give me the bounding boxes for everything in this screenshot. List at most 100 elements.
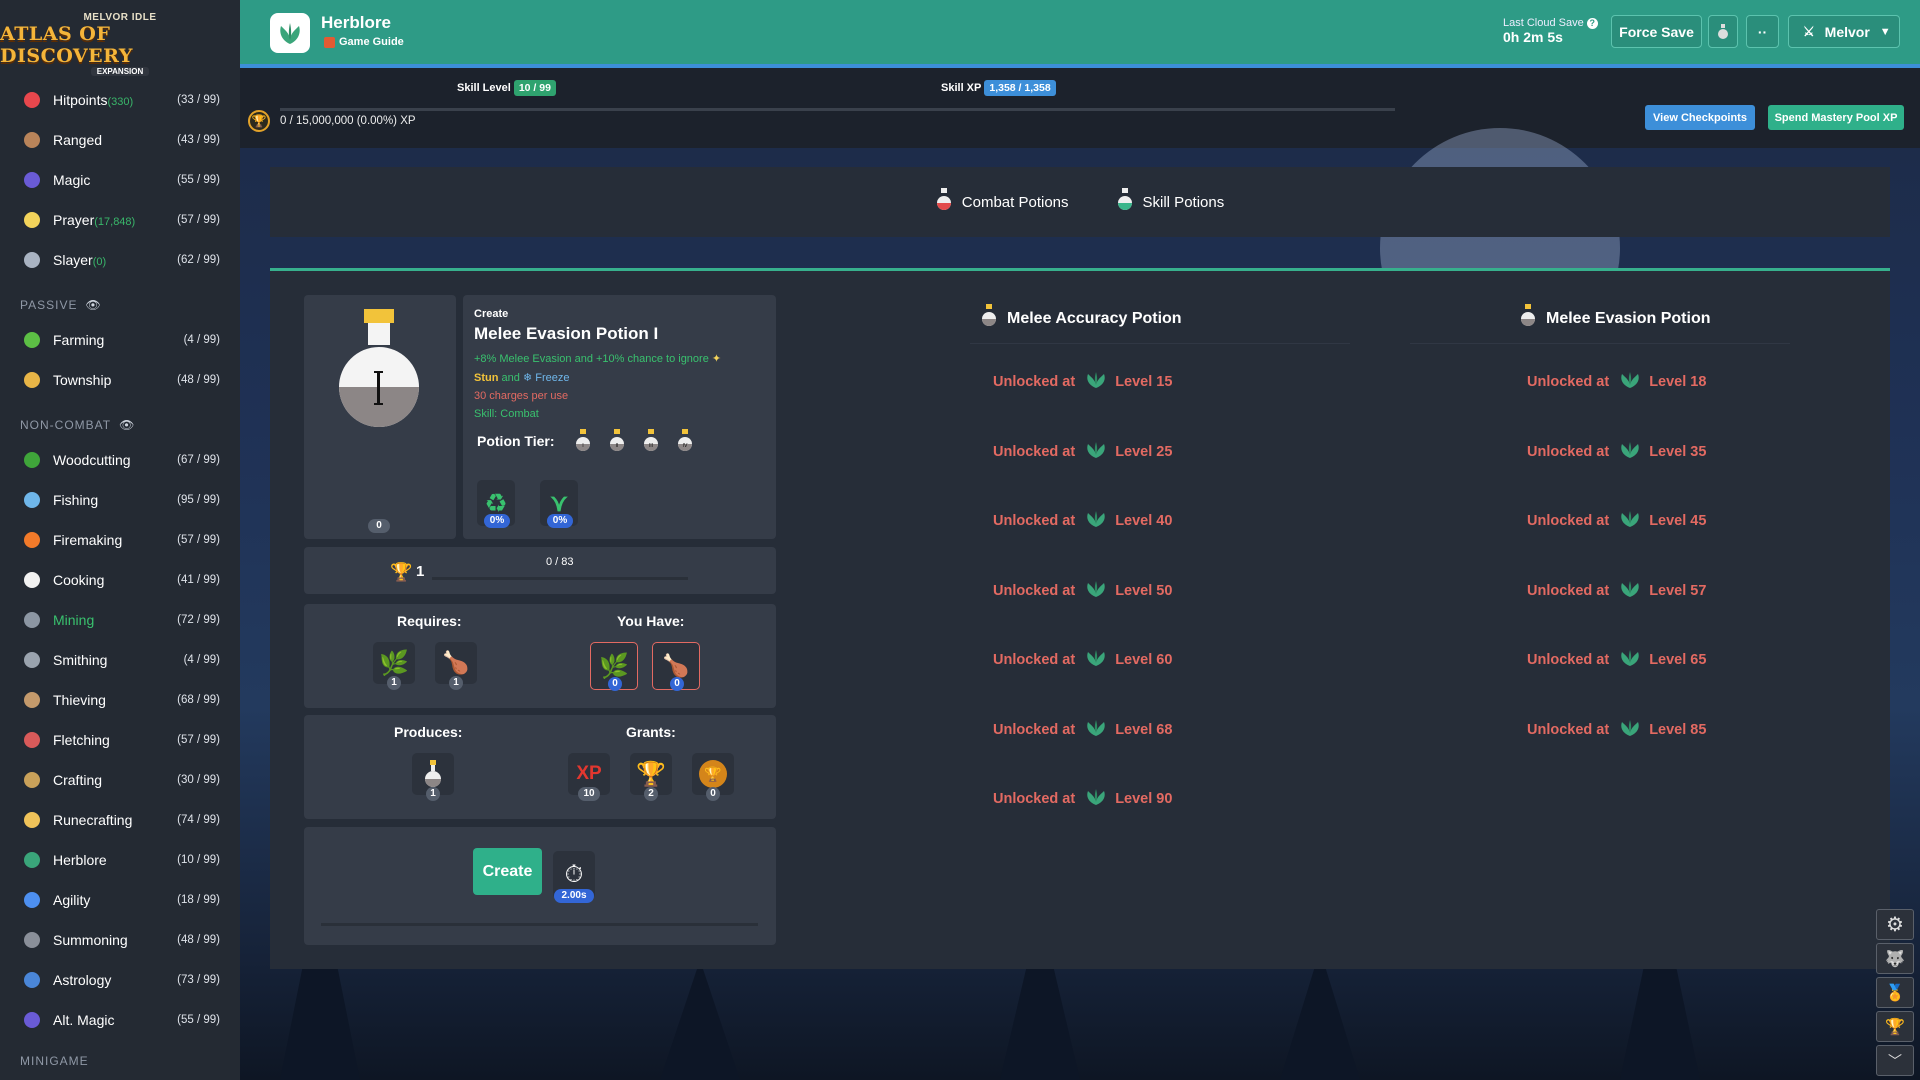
create-button[interactable]: Create [473,848,542,895]
require-chicken[interactable]: 🍗 1 [435,642,477,690]
badge-icon: 🏅 [1885,984,1905,1002]
chevron-down-icon: ▼ [1879,25,1891,38]
spend-mastery-button[interactable]: Spend Mastery Pool XP [1768,105,1904,130]
skill-name: Cooking [53,572,105,588]
user-menu-button[interactable]: ⚔ Melvor ▼ [1788,15,1900,48]
sidebar-item-herblore[interactable]: Herblore (10 / 99) [0,840,240,880]
mastery-pool-track [280,108,1395,111]
skill-name: Slayer [53,252,93,268]
sidebar-item-slayer[interactable]: Slayer(0) (62 / 99) [0,240,240,280]
game-logo[interactable]: MELVOR IDLE ATLAS OF DISCOVERY EXPANSION [0,0,240,80]
collapse-button[interactable]: ﹀ [1876,1045,1914,1076]
unlock-level: Level 40 [1115,513,1173,529]
game-guide-link[interactable]: Game Guide [324,36,404,48]
skill-name: Alt. Magic [53,1012,115,1028]
wolf-icon [20,928,44,952]
eye-icon[interactable]: 👁 [85,298,101,312]
sidebar-item-label: Township [53,372,177,388]
page-header: Herblore Game Guide Last Cloud Save ? 0h … [240,0,1920,64]
eye-icon[interactable]: 👁 [119,418,135,432]
force-save-button[interactable]: Force Save [1611,15,1702,48]
unlock-level: Level 50 [1115,582,1173,599]
skill-name: Crafting [53,772,103,788]
more-button[interactable]: ·· [1746,15,1779,48]
svg-text:IV: IV [683,443,688,449]
tier-4-button[interactable]: IV [677,429,693,458]
sidebar-item-prayer[interactable]: Prayer(17,848) (57 / 99) [0,200,240,240]
grant-xp: XP 10 [568,753,610,801]
sidebar-item-woodcutting[interactable]: Woodcutting (67 / 99) [0,440,240,480]
sidebar-item-smithing[interactable]: Smithing (4 / 99) [0,640,240,680]
skill-progress-bar: Skill Level 10 / 99 Skill XP 1,358 / 1,358… [240,68,1920,148]
mastery-pool-icon: 🏆 [248,110,270,132]
pet-button[interactable]: 🏅 [1876,977,1914,1008]
mastery-level: 1 [416,563,425,580]
sidebar-item-firemaking[interactable]: Firemaking (57 / 99) [0,520,240,560]
have-count: 0 [670,677,684,691]
view-checkpoints-button[interactable]: View Checkpoints [1645,105,1755,130]
sidebar-item-thieving[interactable]: Thieving (68 / 99) [0,680,240,720]
skill-level-text: (4 / 99) [183,654,220,666]
user-name: Melvor [1824,23,1870,40]
sidebar-item-cooking[interactable]: Cooking (41 / 99) [0,560,240,600]
have-chicken[interactable]: 🍗 0 [652,642,700,691]
sidebar-item-alt-magic[interactable]: Alt. Magic (55 / 99) [0,1000,240,1040]
sidebar: MELVOR IDLE ATLAS OF DISCOVERY EXPANSION… [0,0,240,1080]
sidebar-item-crafting[interactable]: Crafting (30 / 99) [0,760,240,800]
sidebar-item-label: Astrology [53,972,177,988]
potion-button[interactable] [1708,15,1738,48]
help-icon[interactable]: ? [1586,18,1598,29]
sidebar-item-farming[interactable]: Farming (4 / 99) [0,320,240,360]
potion-image-card[interactable]: 0 [304,295,456,539]
tab-skill-potions[interactable]: Skill Potions [1117,188,1224,216]
tier-2-button[interactable]: II [609,429,625,458]
require-count: 1 [387,676,401,690]
sidebar-item-mining[interactable]: Mining (72 / 99) [0,600,240,640]
sidebar-item-fletching[interactable]: Fletching (57 / 99) [0,720,240,760]
unlock-requirement: Unlocked at Level 57 [1527,580,1706,602]
summoning-button[interactable]: 🐺 [1876,943,1914,974]
sidebar-item-agility[interactable]: Agility (18 / 99) [0,880,240,920]
unlock-level: Level 85 [1649,721,1707,738]
sidebar-item-label: Runecrafting [53,812,177,828]
grant-count: 2 [644,787,658,801]
grant-pool-xp: 🏆 0 [692,753,734,801]
require-herb[interactable]: 🌿 1 [373,642,415,690]
stun-icon: ✦ [711,353,722,365]
tier-3-button[interactable]: III [643,429,659,458]
herb-icon [1085,441,1107,463]
unlock-requirement: Unlocked at Level 40 [993,510,1172,532]
skill-name: Ranged [53,132,103,148]
sidebar-item-runecrafting[interactable]: Runecrafting (74 / 99) [0,800,240,840]
have-herb[interactable]: 🌿 0 [590,642,638,691]
create-action-card: Create ⏱ 2.00s [304,827,776,945]
skill-extra: (0) [92,256,107,268]
skill-name: Astrology [53,972,112,988]
skill-xp-value: 1,358 / 1,358 [984,80,1056,96]
chevron-down-icon: ﹀ [1888,1052,1902,1069]
sidebar-item-ranged[interactable]: Ranged (43 / 99) [0,120,240,160]
cloud-save-time: 0h 2m 5s [1503,29,1563,45]
sidebar-item-label: Magic [53,172,177,188]
tier-1-button[interactable]: I [575,429,591,458]
skill-level-text: (57 / 99) [177,534,220,546]
settings-button[interactable]: ⚙ [1876,909,1914,940]
skill-level-text: (68 / 99) [177,694,220,706]
unlock-requirement: Unlocked at Level 45 [1527,510,1706,532]
red-potion-icon [936,188,952,216]
produce-potion[interactable]: 1 [412,753,454,801]
tab-combat-potions[interactable]: Combat Potions [936,188,1069,216]
unlock-requirement: Unlocked at Level 18 [1527,371,1706,393]
skill-name: Farming [53,332,105,348]
sidebar-item-summoning[interactable]: Summoning (48 / 99) [0,920,240,960]
sidebar-item-magic[interactable]: Magic (55 / 99) [0,160,240,200]
herb-icon [1619,441,1641,463]
unlocked-at-label: Unlocked at [1527,652,1610,668]
sidebar-item-fishing[interactable]: Fishing (95 / 99) [0,480,240,520]
achievements-button[interactable]: 🏆 [1876,1011,1914,1042]
thief-icon [20,688,44,712]
anvil-icon [20,648,44,672]
sidebar-item-township[interactable]: Township (48 / 99) [0,360,240,400]
sidebar-item-astrology[interactable]: Astrology (73 / 99) [0,960,240,1000]
sidebar-item-hitpoints[interactable]: Hitpoints(330) (33 / 99) [0,80,240,120]
